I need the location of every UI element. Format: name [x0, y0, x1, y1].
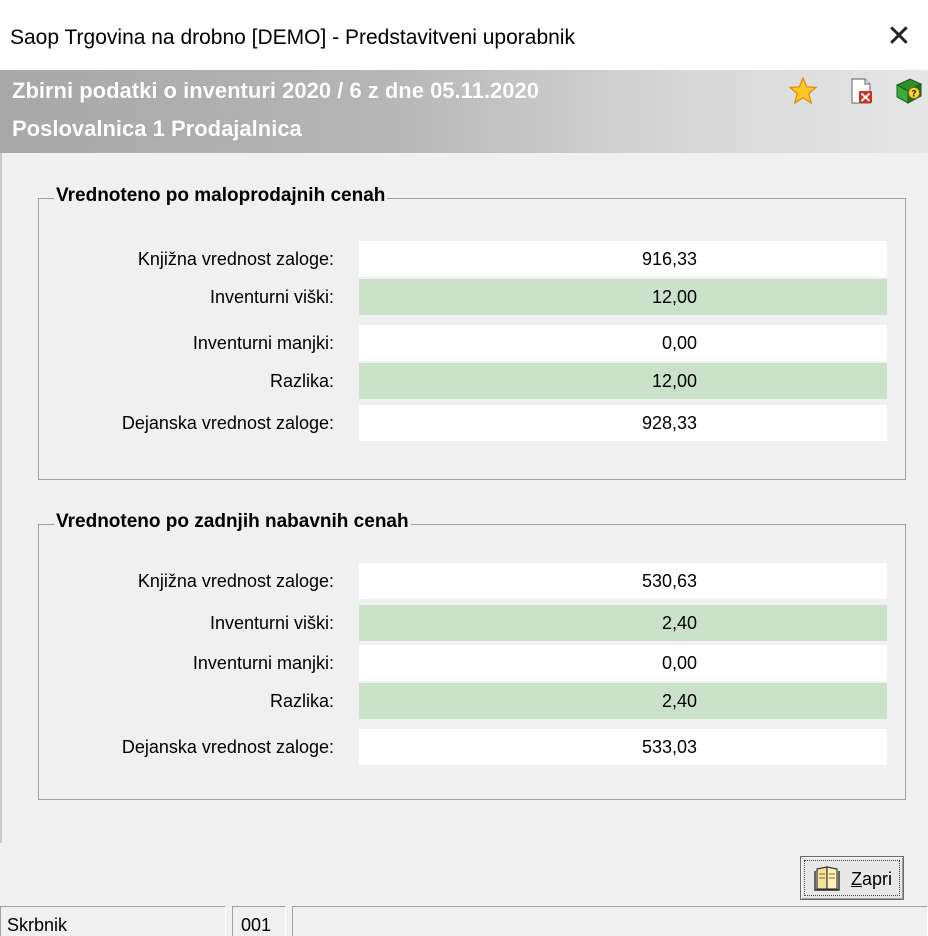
row-actual-value: Dejanska vrednost zaloge: 533,03 [39, 729, 907, 765]
row-value-cell: 0,00 [359, 325, 887, 361]
row-label: Inventurni viški: [209, 287, 334, 307]
row-value-cell: 12,00 [359, 279, 887, 315]
row-value: 0,00 [661, 333, 697, 353]
header-subtitle: Poslovalnica 1 Prodajalnica [12, 116, 302, 141]
row-value-cell: 12,00 [359, 363, 887, 399]
row-value: 0,00 [661, 653, 697, 673]
row-value: 530,63 [641, 571, 697, 591]
row-label: Dejanska vrednost zaloge: [121, 413, 334, 433]
help-book-icon[interactable]: ? [894, 76, 924, 106]
row-label: Inventurni manjki: [192, 333, 334, 353]
group-title: Vrednoteno po zadnjih nabavnih cenah [54, 511, 411, 533]
window-title: Saop Trgovina na drobno [DEMO] - Predsta… [10, 26, 575, 49]
row-value-cell: 928,33 [359, 405, 887, 441]
row-label: Dejanska vrednost zaloge: [121, 737, 334, 757]
row-value: 928,33 [641, 413, 697, 433]
row-value: 12,00 [651, 287, 697, 307]
form-header: Zbirni podatki o inventuri 2020 / 6 z dn… [0, 70, 928, 153]
row-shortage: Inventurni manjki: 0,00 [39, 645, 907, 681]
row-surplus: Inventurni viški: 2,40 [39, 605, 907, 641]
row-value: 12,00 [651, 371, 697, 391]
row-book-value: Knjižna vrednost zaloge: 916,33 [39, 241, 907, 277]
svg-text:?: ? [911, 90, 916, 100]
row-label: Inventurni manjki: [192, 653, 334, 673]
row-label: Knjižna vrednost zaloge: [137, 249, 334, 269]
row-value-cell: 530,63 [359, 563, 887, 599]
row-book-value: Knjižna vrednost zaloge: 530,63 [39, 563, 907, 599]
close-form-mnemonic: Z [851, 869, 862, 889]
row-difference: Razlika: 2,40 [39, 683, 907, 719]
row-value-cell: 2,40 [359, 605, 887, 641]
row-label: Razlika: [269, 691, 334, 711]
close-form-button[interactable]: Zapri [800, 856, 904, 900]
close-form-label: Zapri [851, 869, 892, 890]
close-book-icon [814, 866, 840, 891]
row-label: Knjižna vrednost zaloge: [137, 571, 334, 591]
window-titlebar: Saop Trgovina na drobno [DEMO] - Predsta… [0, 0, 928, 70]
status-bar: Skrbnik 001 [0, 904, 928, 936]
row-label: Inventurni viški: [209, 613, 334, 633]
header-title: Zbirni podatki o inventuri 2020 / 6 z dn… [12, 78, 539, 103]
group-title: Vrednoteno po maloprodajnih cenah [54, 185, 388, 207]
row-value-cell: 0,00 [359, 645, 887, 681]
row-value-cell: 533,03 [359, 729, 887, 765]
row-surplus: Inventurni viški: 12,00 [39, 279, 907, 315]
group-last-purchase-prices: Vrednoteno po zadnjih nabavnih cenah Knj… [38, 511, 907, 800]
row-label: Razlika: [269, 371, 334, 391]
row-difference: Razlika: 12,00 [39, 363, 907, 399]
row-value-cell: 916,33 [359, 241, 887, 277]
close-form-label-rest: apri [862, 869, 893, 889]
window-close-button[interactable]: ✕ [884, 22, 914, 52]
row-value: 2,40 [661, 691, 697, 711]
row-value: 916,33 [641, 249, 697, 269]
row-shortage: Inventurni manjki: 0,00 [39, 325, 907, 361]
row-value: 533,03 [641, 737, 697, 757]
row-value-cell: 2,40 [359, 683, 887, 719]
status-user: Skrbnik [0, 906, 226, 936]
status-extra [292, 906, 928, 936]
row-actual-value: Dejanska vrednost zaloge: 928,33 [39, 405, 907, 441]
left-edge [0, 153, 2, 843]
group-retail-prices: Vrednoteno po maloprodajnih cenah Knjižn… [38, 185, 907, 480]
row-value: 2,40 [661, 613, 697, 633]
status-code: 001 [232, 906, 286, 936]
star-icon[interactable] [788, 76, 818, 106]
pdf-close-icon[interactable] [846, 76, 876, 106]
